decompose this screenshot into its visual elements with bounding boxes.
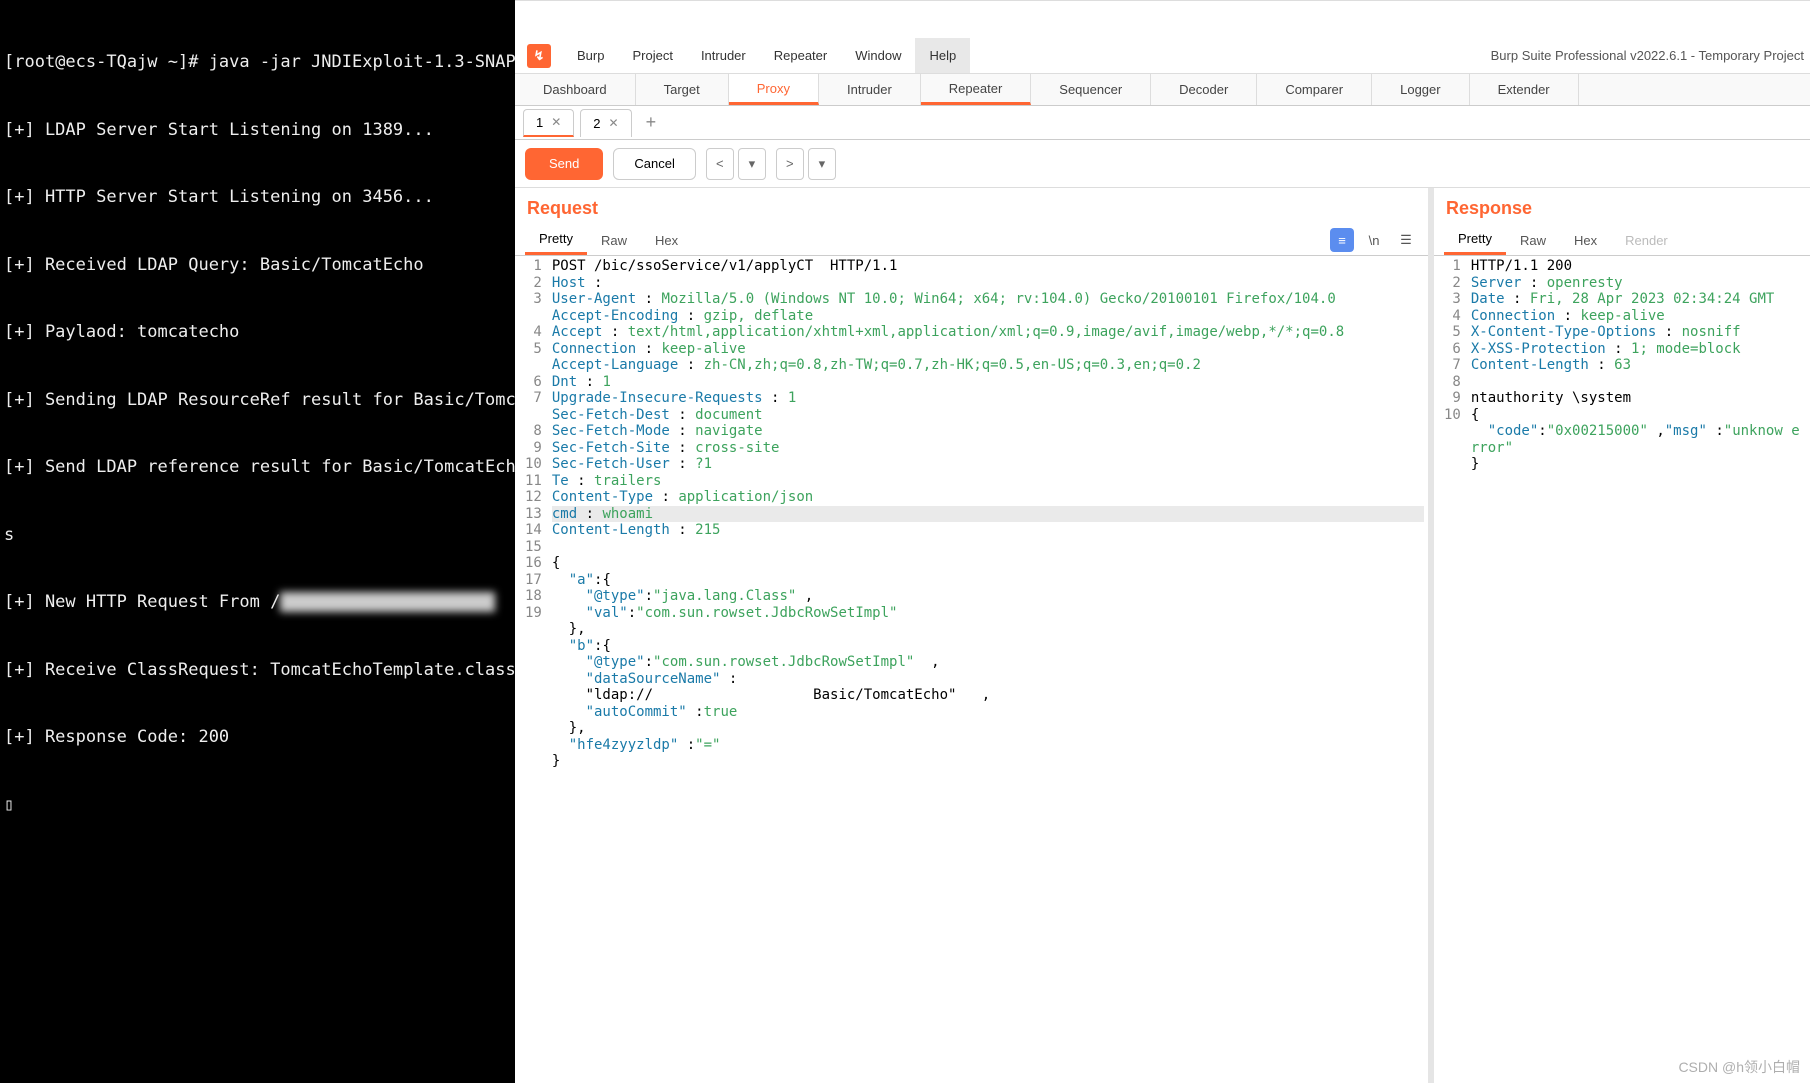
nav-back-menu[interactable]: ▾ [738, 148, 766, 180]
tab-logger[interactable]: Logger [1372, 74, 1469, 105]
response-pane: Response Pretty Raw Hex Render 123456789… [1434, 188, 1810, 1083]
repeater-subtabs: 1✕ 2✕ + [515, 106, 1810, 140]
menu-burp[interactable]: Burp [563, 38, 618, 73]
request-pane: Request Pretty Raw Hex ≡ \n ☰ 123 45 67 … [515, 188, 1434, 1083]
tab-decoder[interactable]: Decoder [1151, 74, 1257, 105]
send-button[interactable]: Send [525, 148, 603, 180]
viewtab-pretty[interactable]: Pretty [1444, 225, 1506, 255]
tab-repeater[interactable]: Repeater [921, 74, 1031, 105]
watermark: CSDN @h领小白帽 [1678, 1057, 1800, 1077]
tab-dashboard[interactable]: Dashboard [515, 74, 636, 105]
tab-proxy[interactable]: Proxy [729, 74, 819, 105]
viewtab-raw[interactable]: Raw [1506, 227, 1560, 254]
tab-sequencer[interactable]: Sequencer [1031, 74, 1151, 105]
terminal[interactable]: [root@ecs-TQajw ~]# java -jar JNDIExploi… [0, 0, 515, 1083]
viewtab-render[interactable]: Render [1611, 227, 1682, 254]
menubar: ↯ Burp Project Intruder Repeater Window … [515, 38, 1810, 74]
nav-back-button[interactable]: < [706, 148, 734, 180]
newline-icon[interactable]: \n [1362, 228, 1386, 252]
request-title: Request [527, 198, 598, 218]
viewtab-hex[interactable]: Hex [641, 227, 692, 254]
subtab-2[interactable]: 2✕ [580, 109, 631, 137]
close-icon[interactable]: ✕ [609, 116, 619, 130]
viewtab-hex[interactable]: Hex [1560, 227, 1611, 254]
control-bar: Send Cancel < ▾ > ▾ [515, 140, 1810, 188]
viewtab-raw[interactable]: Raw [587, 227, 641, 254]
nav-fwd-button[interactable]: > [776, 148, 804, 180]
tab-extender[interactable]: Extender [1470, 74, 1579, 105]
toggle-wrap-icon[interactable]: ≡ [1330, 228, 1354, 252]
menu-help[interactable]: Help [915, 38, 970, 73]
tab-target[interactable]: Target [636, 74, 729, 105]
menu-project[interactable]: Project [618, 38, 686, 73]
request-editor[interactable]: 123 45 67 8910111213141516171819 POST /b… [515, 256, 1428, 1083]
nav-fwd-menu[interactable]: ▾ [808, 148, 836, 180]
burp-logo-icon: ↯ [527, 44, 551, 68]
response-title: Response [1446, 198, 1532, 218]
menu-intruder[interactable]: Intruder [687, 38, 760, 73]
tab-comparer[interactable]: Comparer [1257, 74, 1372, 105]
viewtab-pretty[interactable]: Pretty [525, 225, 587, 255]
add-tab-icon[interactable]: + [638, 112, 665, 133]
window-title: Burp Suite Professional v2022.6.1 - Temp… [1491, 48, 1804, 63]
main-tabs: Dashboard Target Proxy Intruder Repeater… [515, 74, 1810, 106]
response-editor[interactable]: 12345678910 HTTP/1.1 200Server : openres… [1434, 256, 1810, 1083]
menu-repeater[interactable]: Repeater [760, 38, 841, 73]
burp-window: ↯ Burp Project Intruder Repeater Window … [515, 0, 1810, 1083]
cancel-button[interactable]: Cancel [613, 148, 695, 180]
tab-intruder[interactable]: Intruder [819, 74, 921, 105]
close-icon[interactable]: ✕ [551, 115, 561, 129]
menu-window[interactable]: Window [841, 38, 915, 73]
subtab-1[interactable]: 1✕ [523, 109, 574, 137]
menu-icon[interactable]: ☰ [1394, 228, 1418, 252]
